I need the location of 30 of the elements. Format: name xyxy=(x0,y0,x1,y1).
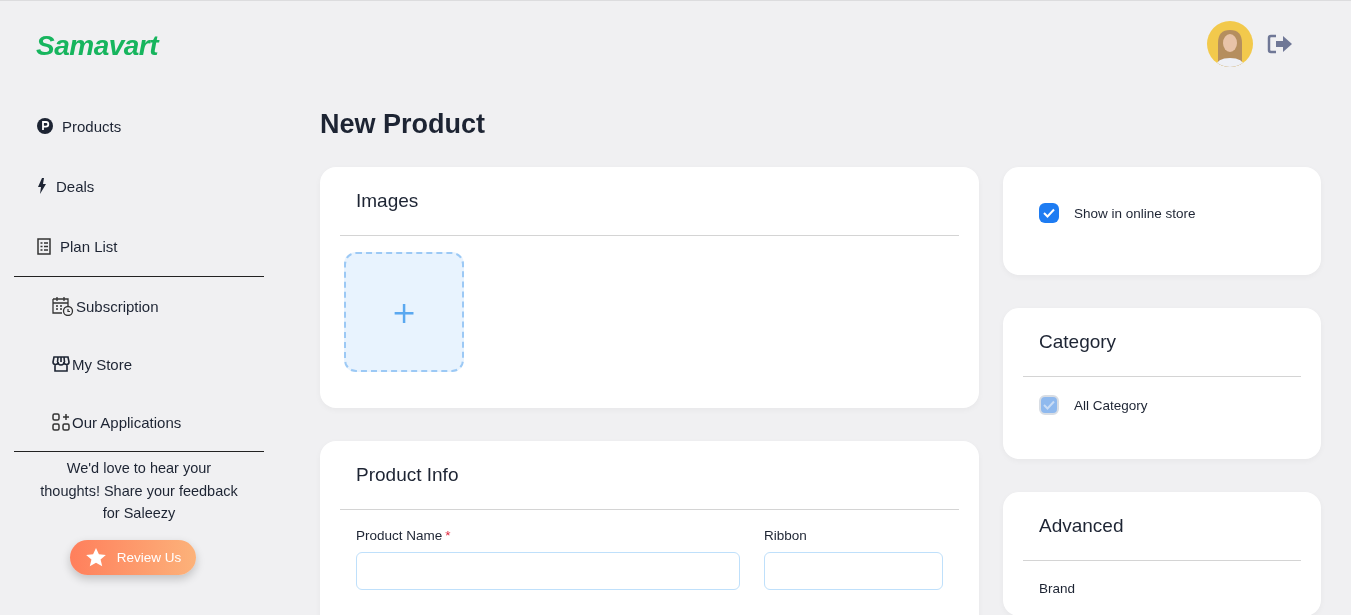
field-label: Ribbon xyxy=(764,528,808,543)
star-icon xyxy=(84,546,107,568)
sidebar-item[interactable]: Plan List xyxy=(14,216,264,276)
calendar-clock-icon xyxy=(52,296,74,316)
checkmark-icon xyxy=(1043,208,1055,218)
checkbox-label: All Category xyxy=(1074,397,1148,413)
card-title: Category xyxy=(1023,308,1301,377)
checkbox-label: Show in online store xyxy=(1074,205,1196,221)
page-title: New Product xyxy=(320,109,486,140)
apps-icon xyxy=(52,413,70,431)
checkmark-icon xyxy=(1043,400,1055,410)
lightning-icon xyxy=(37,178,47,194)
feedback-text: We'd love to hear your thoughts! Share your feedback for Saleezy xyxy=(39,459,239,523)
store-icon xyxy=(52,356,70,372)
checkbox[interactable] xyxy=(1039,203,1059,223)
card-title: Images xyxy=(340,167,959,236)
sidebar-item[interactable]: My Store xyxy=(14,335,264,393)
sidebar-item[interactable]: Deals xyxy=(14,156,264,216)
logout-icon[interactable] xyxy=(1267,33,1293,55)
input-field[interactable] xyxy=(356,552,740,590)
input-field[interactable] xyxy=(764,552,943,590)
p-circle-icon xyxy=(37,118,53,134)
card-title: Advanced xyxy=(1023,492,1301,561)
sidebar-item[interactable]: Products xyxy=(14,96,264,156)
card-title: Product Info xyxy=(340,441,959,510)
sidebar-item[interactable]: Subscription xyxy=(14,277,264,335)
list-icon xyxy=(37,237,51,255)
sidebar-item[interactable]: Our Applications xyxy=(14,393,264,451)
field-label: Product Name * xyxy=(356,528,452,543)
field-label: Brand xyxy=(1038,580,1077,598)
